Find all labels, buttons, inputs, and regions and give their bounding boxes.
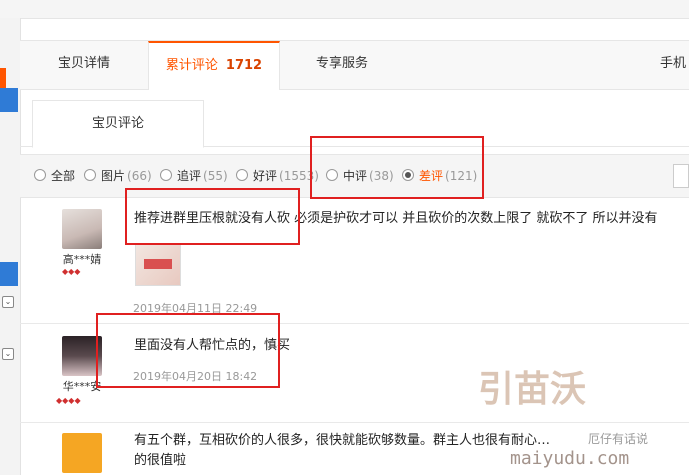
reviewer-name: 高***婧 bbox=[62, 253, 102, 266]
tab-label: 宝贝评论 bbox=[91, 116, 144, 131]
filter-label: 中评 bbox=[343, 169, 368, 183]
review-date: 2019年04月20日 18:42 bbox=[133, 370, 258, 383]
review-text-continued: 的很值啦 bbox=[134, 453, 187, 468]
left-sidebar: ⌄ ⌄ bbox=[0, 18, 21, 475]
filter-label: 差评 bbox=[419, 169, 444, 183]
filter-count: (121) bbox=[445, 169, 478, 183]
tab-details[interactable]: 宝贝详情 bbox=[20, 41, 148, 89]
review-filter-bar: 全部 图片 (66) 追评 (55) 好评 (1553) 中评 (38) 差评 (121) bbox=[20, 154, 689, 198]
avatar bbox=[62, 336, 102, 376]
review-item: 华***安 ◆◆◆◆ 里面没有人帮忙点的，慎买 2019年04月20日 18:4… bbox=[20, 324, 689, 423]
radio-checked-icon[interactable] bbox=[402, 169, 414, 181]
watermark-site: maiyudu.com bbox=[510, 448, 630, 469]
radio-icon[interactable] bbox=[160, 169, 172, 181]
tab-services[interactable]: 专享服务 bbox=[278, 41, 406, 89]
chevron-down-icon[interactable]: ⌄ bbox=[2, 348, 14, 360]
filter-followup[interactable]: 追评 (55) bbox=[160, 167, 228, 185]
filter-all[interactable]: 全部 bbox=[34, 167, 75, 185]
review-count: 1712 bbox=[225, 58, 263, 73]
avatar bbox=[62, 433, 102, 473]
member-badges-icon: ◆◆◆ bbox=[62, 267, 81, 276]
sidebar-tab[interactable] bbox=[0, 88, 18, 112]
watermark-logo: 引苗沃 bbox=[478, 368, 587, 410]
filter-positive[interactable]: 好评 (1553) bbox=[236, 167, 319, 185]
radio-icon[interactable] bbox=[34, 169, 46, 181]
filter-label: 全部 bbox=[51, 169, 76, 183]
review-text: 里面没有人帮忙点的，慎买 bbox=[134, 338, 291, 353]
sidebar-tab[interactable] bbox=[0, 262, 18, 286]
tab-label: 宝贝详情 bbox=[57, 56, 110, 71]
tab-label: 专享服务 bbox=[315, 56, 368, 71]
watermark-channel: 厄仔有话说 bbox=[588, 432, 649, 446]
reviewer-name: 华***安 bbox=[62, 380, 102, 393]
tab-label: 手机 bbox=[660, 56, 687, 71]
review-text: 有五个群，互相砍价的人很多，很快就能砍够数量。群主人也很有耐心… bbox=[134, 433, 551, 448]
review-photo[interactable] bbox=[135, 244, 181, 286]
review-date: 2019年04月11日 22:49 bbox=[133, 302, 258, 315]
avatar bbox=[62, 209, 102, 249]
chevron-down-icon[interactable]: ⌄ bbox=[2, 296, 14, 308]
top-bar bbox=[0, 0, 689, 19]
review-item: 高***婧 ◆◆◆ 推荐进群里压根就没有人砍 必须是护砍才可以 并且砍价的次数上… bbox=[20, 197, 689, 324]
radio-icon[interactable] bbox=[326, 169, 338, 181]
sort-button[interactable] bbox=[673, 164, 689, 188]
member-badges-icon: ◆◆◆◆ bbox=[56, 396, 81, 405]
tab-label: 累计评论 bbox=[165, 58, 218, 73]
filter-count: (55) bbox=[203, 169, 228, 183]
filter-count: (38) bbox=[369, 169, 394, 183]
filter-count: (66) bbox=[127, 169, 152, 183]
tab-reviews[interactable]: 累计评论 1712 bbox=[148, 41, 280, 90]
tab-mobile[interactable]: 手机 bbox=[660, 41, 689, 89]
radio-icon[interactable] bbox=[236, 169, 248, 181]
detail-tabs: 宝贝详情 累计评论 1712 专享服务 手机 bbox=[20, 40, 689, 90]
review-subtabs: 宝贝评论 bbox=[20, 100, 689, 148]
filter-label: 好评 bbox=[253, 169, 278, 183]
filter-count: (1553) bbox=[279, 169, 319, 183]
filter-label: 图片 bbox=[101, 169, 126, 183]
filter-neutral[interactable]: 中评 (38) bbox=[326, 167, 394, 185]
filter-label: 追评 bbox=[177, 169, 202, 183]
filter-negative[interactable]: 差评 (121) bbox=[402, 167, 477, 185]
tab-item-reviews[interactable]: 宝贝评论 bbox=[32, 100, 204, 148]
filter-pictures[interactable]: 图片 (66) bbox=[84, 167, 152, 185]
radio-icon[interactable] bbox=[84, 169, 96, 181]
review-text: 推荐进群里压根就没有人砍 必须是护砍才可以 并且砍价的次数上限了 就砍不了 所以… bbox=[134, 211, 658, 226]
